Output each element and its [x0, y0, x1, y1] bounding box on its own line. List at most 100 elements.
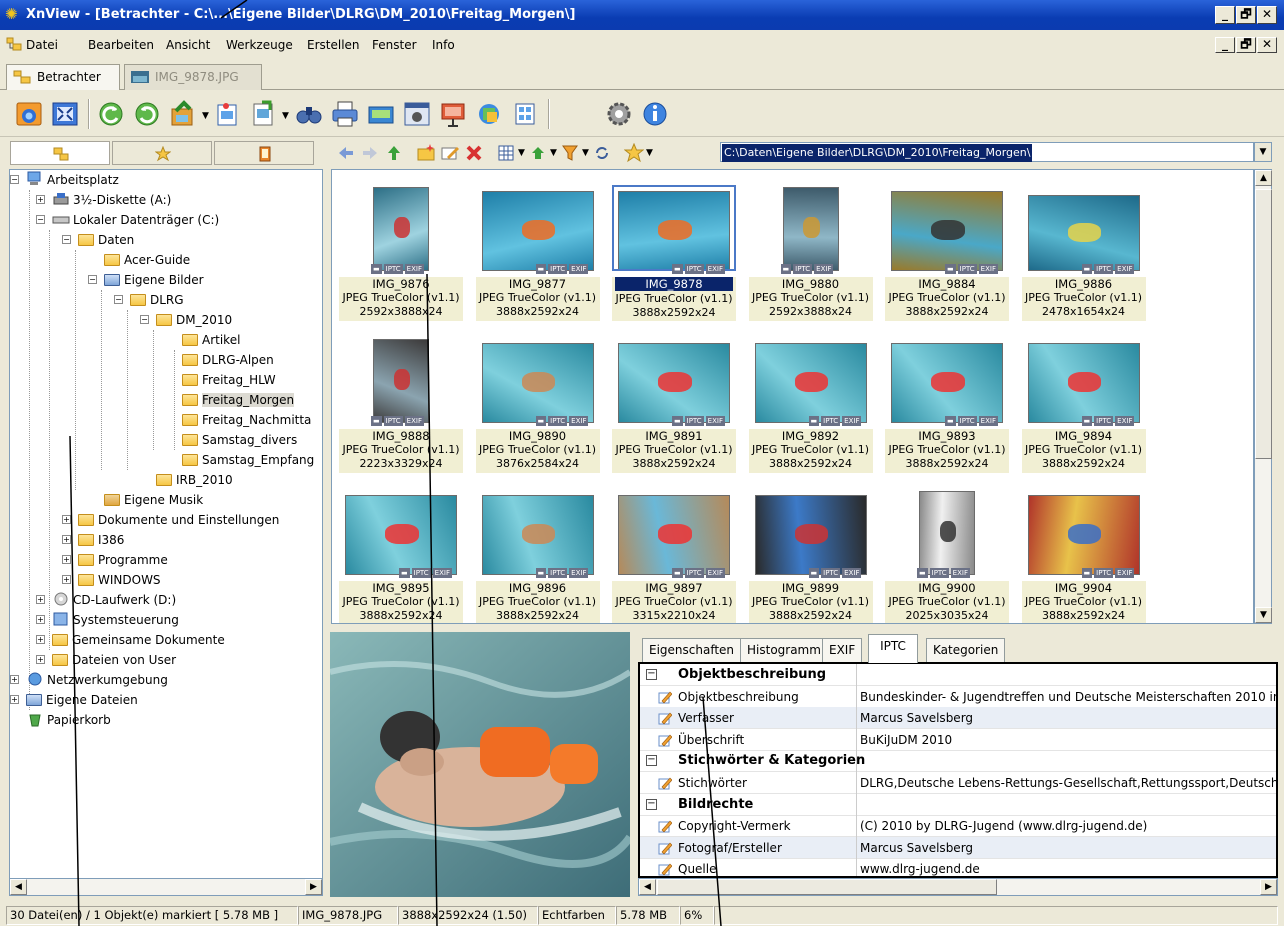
- convert-icon[interactable]: [168, 99, 198, 129]
- thumbnail-vertical-scrollbar[interactable]: ▲ ▼: [1254, 169, 1272, 624]
- collapse-toggle[interactable]: −: [114, 295, 123, 304]
- tab-favorites[interactable]: [112, 141, 212, 165]
- expand-toggle[interactable]: +: [36, 615, 45, 624]
- scan-icon[interactable]: [366, 99, 396, 129]
- thumbnail-item[interactable]: ▬ IPTC EXIF IMG_9886 JPEG TrueColor (v1.1) 24…: [1021, 176, 1147, 324]
- dropdown-arrow-icon[interactable]: ▼: [282, 111, 289, 121]
- search-icon[interactable]: [294, 99, 324, 129]
- thumbnail-item[interactable]: ▬ IPTC EXIF IMG_9904 JPEG TrueColor (v1.1) 38…: [1021, 480, 1147, 623]
- expand-toggle[interactable]: +: [62, 575, 71, 584]
- tree-node-floppy[interactable]: +3½-Diskette (A:): [36, 190, 171, 210]
- property-value[interactable]: BuKiJuDM 2010: [860, 729, 952, 751]
- rotate-right-icon[interactable]: [132, 99, 162, 129]
- thumbnail-image[interactable]: [891, 191, 1003, 271]
- tree-node-drive-c[interactable]: − Lokaler Datenträger (C:): [36, 210, 219, 230]
- dropdown-arrow-icon[interactable]: ▼: [646, 148, 653, 158]
- webpage-icon[interactable]: [438, 99, 468, 129]
- fullscreen-icon[interactable]: [14, 99, 44, 129]
- collapse-toggle[interactable]: −: [36, 215, 45, 224]
- export-icon[interactable]: [248, 99, 278, 129]
- path-input[interactable]: C:\Daten\Eigene Bilder\DLRG\DM_2010\Frei…: [720, 142, 1254, 162]
- thumbnail-image[interactable]: [782, 187, 839, 271]
- thumbnail-item[interactable]: ▬ IPTC EXIF IMG_9884 JPEG TrueColor (v1.1) 38…: [884, 176, 1010, 324]
- thumbnail-item[interactable]: ▬ IPTC EXIF IMG_9896 JPEG TrueColor (v1.1) 38…: [475, 480, 601, 623]
- thumbnail-image[interactable]: [345, 495, 457, 575]
- scroll-right-button[interactable]: ▶: [305, 879, 322, 895]
- contact-sheet-icon[interactable]: [510, 99, 540, 129]
- tree-node-eigene-bilder[interactable]: − Eigene Bilder: [88, 270, 204, 290]
- back-arrow-icon[interactable]: [336, 143, 356, 163]
- expand-toggle[interactable]: +: [36, 595, 45, 604]
- tree-node-arbeitsplatz[interactable]: − Arbeitsplatz: [10, 170, 119, 190]
- properties-horizontal-scrollbar[interactable]: ◀ ▶: [638, 878, 1278, 896]
- tree-node-dlrg-alpen[interactable]: DLRG-Alpen: [182, 350, 274, 370]
- scroll-left-button[interactable]: ◀: [10, 879, 27, 895]
- tree-node-freitag-nachmitta[interactable]: Freitag_Nachmitta: [182, 410, 311, 430]
- rotate-left-icon[interactable]: [96, 99, 126, 129]
- tree-node-drive-d[interactable]: + CD-Laufwerk (D:): [36, 590, 176, 610]
- scroll-up-button[interactable]: ▲: [1255, 170, 1272, 186]
- iptc-properties-table[interactable]: − Objektbeschreibung Objektbeschreibung Bun…: [638, 662, 1278, 878]
- thumbnail-item[interactable]: ▬ IPTC EXIF IMG_9895 JPEG TrueColor (v1.1) 38…: [338, 480, 464, 623]
- thumbnail-image[interactable]: [373, 339, 429, 423]
- fit-window-icon[interactable]: [50, 99, 80, 129]
- tab-iptc[interactable]: IPTC: [868, 634, 918, 663]
- tab-image[interactable]: IMG_9878.JPG: [124, 64, 262, 90]
- expand-toggle[interactable]: +: [36, 655, 45, 664]
- tree-node-dlrg[interactable]: − DLRG: [114, 290, 184, 310]
- tree-node-freitag-hlw[interactable]: Freitag_HLW: [182, 370, 276, 390]
- tree-node-eigene-dateien[interactable]: + Eigene Dateien: [10, 690, 138, 710]
- tree-node-irb-2010[interactable]: IRB_2010: [156, 470, 233, 490]
- mdi-restore-button[interactable]: 🗗: [1236, 37, 1256, 53]
- minimize-button[interactable]: _: [1215, 6, 1235, 24]
- thumbnail-image[interactable]: [618, 495, 730, 575]
- tree-node-windows[interactable]: + WINDOWS: [62, 570, 161, 590]
- folder-tree[interactable]: − Arbeitsplatz +3½-Diskette (A:) − Lokaler…: [9, 169, 323, 896]
- thumbnail-item[interactable]: ▬ IPTC EXIF IMG_9892 JPEG TrueColor (v1.1) 38…: [748, 328, 874, 476]
- expand-toggle[interactable]: +: [10, 695, 19, 704]
- property-row[interactable]: Copyright-Vermerk (C) 2010 by DLRG-Jugend…: [640, 815, 1276, 838]
- tree-node-dm-2010[interactable]: − DM_2010: [140, 310, 232, 330]
- collapse-toggle[interactable]: −: [88, 275, 97, 284]
- thumbnail-item[interactable]: ▬ IPTC EXIF IMG_9900 JPEG TrueColor (v1.1) 20…: [884, 480, 1010, 623]
- thumbnail-item[interactable]: ▬ IPTC EXIF IMG_9880 JPEG TrueColor (v1.1) 25…: [748, 176, 874, 324]
- thumbnail-item[interactable]: ▬ IPTC EXIF IMG_9893 JPEG TrueColor (v1.1) 38…: [884, 328, 1010, 476]
- expand-toggle[interactable]: +: [10, 675, 19, 684]
- tree-node-samstag-divers[interactable]: Samstag_divers: [182, 430, 297, 450]
- thumbnail-item[interactable]: ▬ IPTC EXIF IMG_9890 JPEG TrueColor (v1.1) 38…: [475, 328, 601, 476]
- tree-node-daten[interactable]: − Daten: [62, 230, 134, 250]
- dropdown-arrow-icon[interactable]: ▼: [518, 148, 525, 158]
- property-row[interactable]: Verfasser Marcus Savelsberg: [640, 707, 1276, 730]
- tree-node-eigene-musik[interactable]: Eigene Musik: [104, 490, 203, 510]
- tab-betrachter[interactable]: Betrachter: [6, 64, 120, 90]
- filter-icon[interactable]: [560, 143, 580, 163]
- tree-node-i386[interactable]: + I386: [62, 530, 124, 550]
- sort-icon[interactable]: [528, 143, 548, 163]
- thumbnail-image[interactable]: [481, 191, 594, 271]
- menu-bearbeiten[interactable]: Bearbeiten: [88, 38, 154, 52]
- menu-erstellen[interactable]: Erstellen: [307, 38, 360, 52]
- expand-toggle[interactable]: +: [36, 635, 45, 644]
- collapse-toggle[interactable]: −: [646, 755, 657, 767]
- scroll-down-button[interactable]: ▼: [1255, 607, 1272, 623]
- thumbnail-image[interactable]: [1027, 343, 1140, 423]
- tree-node-samstag-empfang[interactable]: Samstag_Empfang: [182, 450, 314, 470]
- expand-toggle[interactable]: +: [62, 535, 71, 544]
- property-value[interactable]: Marcus Savelsberg: [860, 707, 973, 729]
- property-row[interactable]: Überschrift BuKiJuDM 2010: [640, 728, 1276, 751]
- restore-button[interactable]: 🗗: [1236, 6, 1256, 24]
- thumbnail-item[interactable]: ▬ IPTC EXIF IMG_9876 JPEG TrueColor (v1.1) 25…: [338, 176, 464, 324]
- property-value[interactable]: DLRG,Deutsche Lebens-Rettungs-Gesellscha…: [860, 772, 1276, 794]
- property-value[interactable]: www.dlrg-jugend.de: [860, 858, 980, 876]
- tree-node-freitag-morgen[interactable]: Freitag_Morgen: [182, 390, 295, 410]
- dropdown-arrow-icon[interactable]: ▼: [582, 148, 589, 158]
- tree-node-acer-guide[interactable]: Acer-Guide: [104, 250, 190, 270]
- property-group-row[interactable]: − Stichwörter & Kategorien: [640, 750, 1276, 773]
- menu-info[interactable]: Info: [432, 38, 455, 52]
- property-row[interactable]: Objektbeschreibung Bundeskinder- & Jugend…: [640, 685, 1276, 708]
- property-row[interactable]: Stichwörter DLRG,Deutsche Lebens-Rettungs…: [640, 772, 1276, 794]
- scrollbar-thumb[interactable]: [1255, 189, 1272, 459]
- scroll-left-button[interactable]: ◀: [639, 879, 656, 895]
- capture-icon[interactable]: [402, 99, 432, 129]
- scroll-right-button[interactable]: ▶: [1260, 879, 1277, 895]
